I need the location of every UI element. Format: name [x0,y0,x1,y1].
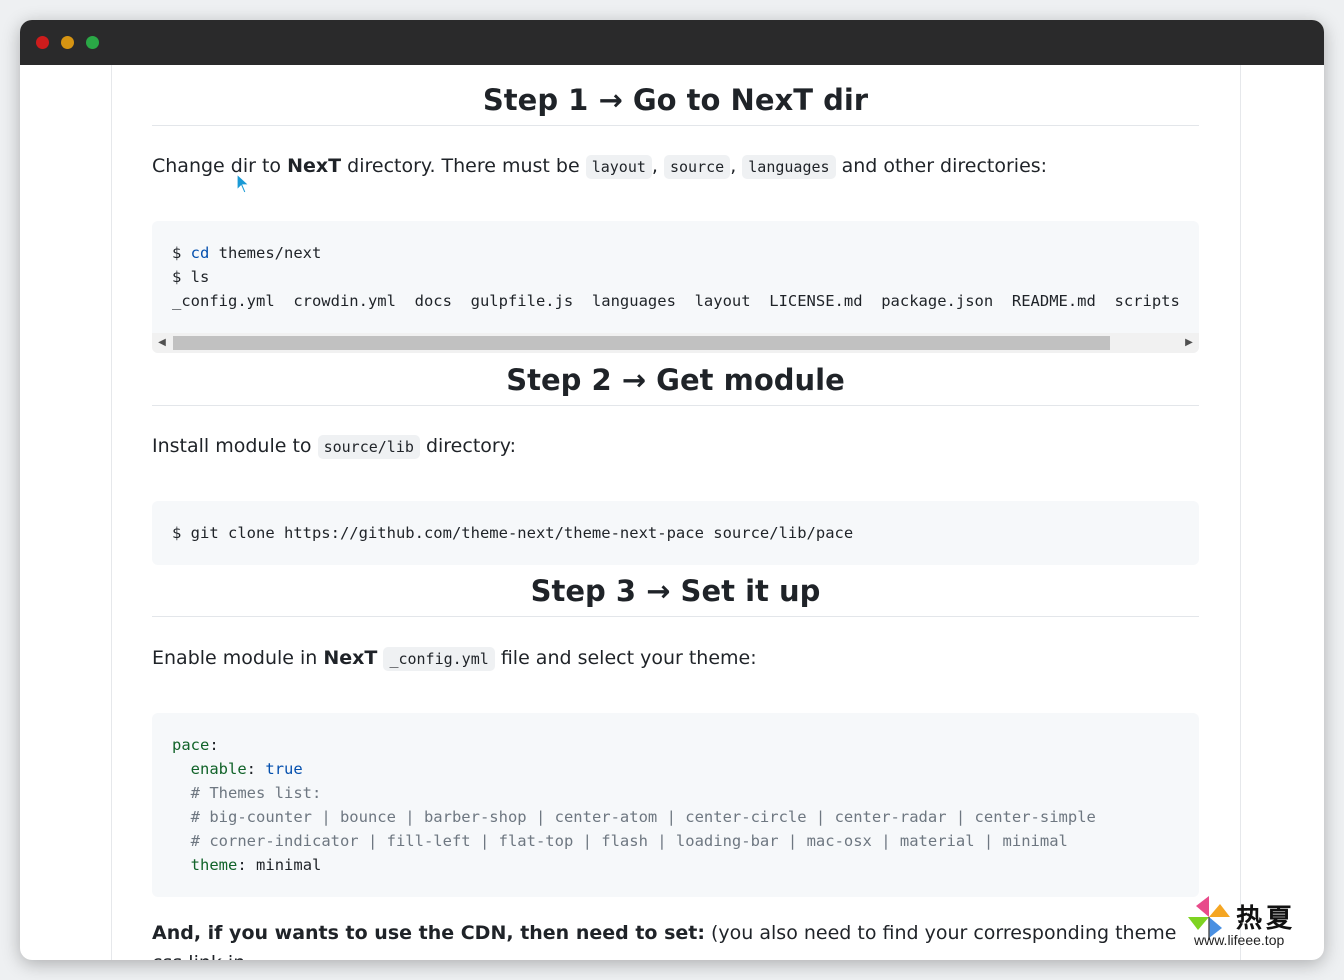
step2-heading: Step 2 → Get module [152,363,1199,406]
watermark-logo: 热夏 www.lifeee.top [1186,894,1304,954]
inline-code-layout: layout [585,155,652,179]
step1-paragraph: Change dir to NexT directory. There must… [152,155,1048,179]
minimize-window-button[interactable] [61,36,74,49]
inline-code-source: source [664,155,731,179]
inline-code-languages: languages [742,155,836,179]
watermark-url: www.lifeee.top [1194,932,1285,948]
watermark-chinese-text: 热夏 [1236,904,1297,934]
title-bar [20,20,1324,65]
step1-code-block[interactable]: $ cd themes/next $ ls _config.yml crowdi… [152,221,1199,353]
article-content: Step 1 → Go to NexT dir Change dir to Ne… [111,65,1241,960]
scroll-left-icon[interactable]: ◀ [152,333,172,353]
step2-code-block[interactable]: $ git clone https://github.com/theme-nex… [152,501,1199,565]
inline-code-source-lib: source/lib [317,435,420,459]
inline-code-config-yml: _config.yml [383,647,495,671]
step3-heading: Step 3 → Set it up [152,574,1199,617]
cdn-note-paragraph: And, if you wants to use the CDN, then n… [152,922,1177,960]
scrollbar-thumb[interactable] [173,336,1110,350]
close-window-button[interactable] [36,36,49,49]
step1-heading: Step 1 → Go to NexT dir [152,83,1199,126]
step3-paragraph: Enable module in NexT _config.yml file a… [152,647,757,671]
step2-paragraph: Install module to source/lib directory: [152,435,516,459]
maximize-window-button[interactable] [86,36,99,49]
scroll-right-icon[interactable]: ▶ [1179,333,1199,353]
browser-window: Step 1 → Go to NexT dir Change dir to Ne… [20,20,1324,960]
code-horizontal-scrollbar[interactable]: ◀ ▶ [152,333,1199,353]
mouse-cursor-icon [236,173,251,194]
step3-code-block[interactable]: pace: enable: true # Themes list: # big-… [152,713,1199,897]
